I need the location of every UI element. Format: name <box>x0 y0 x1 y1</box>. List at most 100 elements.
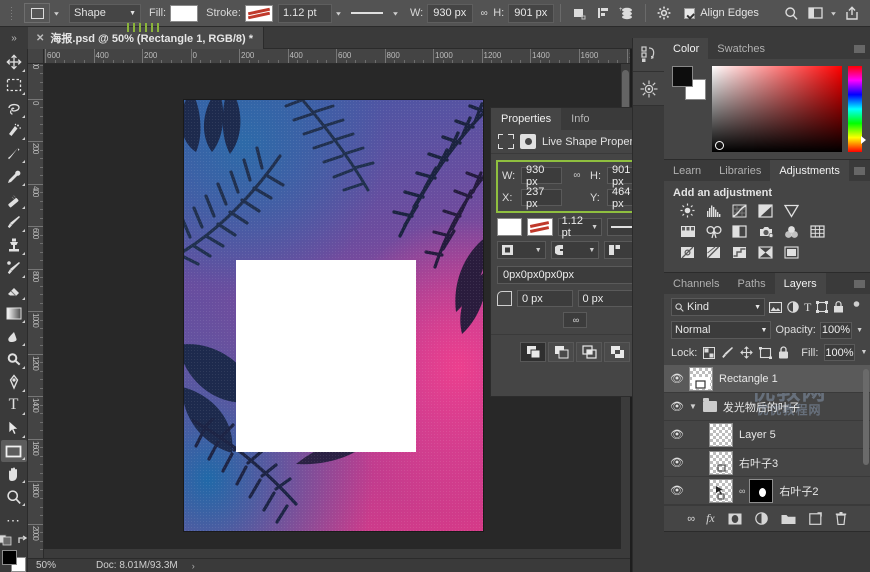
gear-icon[interactable] <box>652 3 676 24</box>
prop-stroke-swatch[interactable] <box>527 218 552 236</box>
tab-adjustments[interactable]: Adjustments <box>770 160 849 181</box>
panel-menu-icon[interactable] <box>854 280 865 288</box>
invert-icon[interactable] <box>678 244 697 261</box>
stroke-style-chevron-down-icon[interactable] <box>389 3 402 23</box>
tab-paths[interactable]: Paths <box>728 273 774 294</box>
smart-object-filter-icon[interactable] <box>833 301 844 313</box>
zoom-level[interactable]: 50% <box>28 560 90 571</box>
levels-icon[interactable] <box>704 202 723 219</box>
tab-swatches[interactable]: Swatches <box>708 38 774 59</box>
gradient-map-icon[interactable] <box>756 244 775 261</box>
panel-menu-icon[interactable] <box>854 167 865 175</box>
quick-mask-icon[interactable] <box>0 534 12 546</box>
layer-style-icon[interactable]: fx <box>706 511 715 526</box>
curves-icon[interactable] <box>730 202 749 219</box>
threshold-icon[interactable] <box>730 244 749 261</box>
layer-mask-icon[interactable] <box>728 513 742 525</box>
layer-row-group[interactable]: 👁 ▼ 发光物后的叶子 <box>664 393 870 421</box>
hue-saturation-icon[interactable] <box>678 223 697 240</box>
filter-toggle-icon[interactable] <box>851 301 862 314</box>
tool-preset-picker[interactable] <box>24 3 50 23</box>
layer-row-rectangle-1[interactable]: 👁 Rectangle 1 <box>664 365 870 393</box>
blur-tool[interactable] <box>1 325 27 348</box>
combine-shapes-button[interactable] <box>520 342 546 362</box>
tab-layers[interactable]: Layers <box>775 273 826 294</box>
color-lookup-icon[interactable] <box>808 223 827 240</box>
tab-color[interactable]: Color <box>664 38 708 59</box>
zoom-tool[interactable] <box>1 485 27 508</box>
status-expand-icon[interactable]: › <box>192 561 195 571</box>
layer-thumbnail[interactable] <box>709 451 733 475</box>
opacity-chevron-down-icon[interactable]: ▼ <box>856 327 863 334</box>
options-bar-grip[interactable] <box>6 4 16 22</box>
vertical-ruler[interactable]: 2000200400600800100012001400160018002000 <box>28 64 44 558</box>
quick-selection-tool[interactable] <box>1 120 27 143</box>
layer-mask-thumbnail[interactable] <box>749 479 773 503</box>
path-operations-icon[interactable]: + <box>615 3 639 24</box>
shape-mode-select[interactable]: Shape ▼ <box>69 4 141 23</box>
pixel-filter-icon[interactable] <box>769 302 782 313</box>
prop-stroke-cap[interactable]: ▼ <box>551 241 600 259</box>
eye-icon[interactable]: 👁 <box>670 428 683 441</box>
layer-thumbnail[interactable] <box>689 367 713 391</box>
adjustment-layer-icon[interactable] <box>755 512 768 525</box>
width-input[interactable]: 930 px <box>427 4 473 23</box>
saturation-value-field[interactable] <box>712 66 842 152</box>
panel-menu-icon[interactable] <box>854 45 865 53</box>
path-selection-tool[interactable] <box>1 417 27 440</box>
pen-tool[interactable] <box>1 371 27 394</box>
layer-filter-kind-select[interactable]: Kind ▼ <box>671 298 765 316</box>
fill-chevron-down-icon[interactable]: ▼ <box>861 349 868 356</box>
lock-artboard-icon[interactable] <box>759 347 772 359</box>
tab-info[interactable]: Info <box>561 108 599 130</box>
stroke-weight-chevron-down-icon[interactable] <box>332 3 345 23</box>
tab-channels[interactable]: Channels <box>664 273 728 294</box>
hue-slider-marker[interactable] <box>861 136 866 144</box>
intersect-shape-areas-button[interactable] <box>576 342 602 362</box>
workspace-icon[interactable] <box>803 3 827 24</box>
marquee-tool[interactable] <box>1 74 27 97</box>
lock-transparent-icon[interactable] <box>703 347 715 359</box>
tab-properties[interactable]: Properties <box>491 108 561 130</box>
layer-list-scrollbar-thumb[interactable] <box>863 369 869 465</box>
healing-brush-tool[interactable] <box>1 188 27 211</box>
selective-color-icon[interactable] <box>782 244 801 261</box>
corner-link-icon[interactable]: ∞ <box>563 312 587 328</box>
history-panel-icon[interactable] <box>633 38 665 72</box>
stroke-swatch[interactable] <box>245 5 273 22</box>
photo-filter-icon[interactable] <box>756 223 775 240</box>
share-icon[interactable] <box>840 3 864 24</box>
clone-stamp-tool[interactable] <box>1 234 27 257</box>
type-filter-icon[interactable]: T <box>804 301 811 313</box>
lock-position-icon[interactable] <box>740 346 753 359</box>
tool-preset-chevron-down-icon[interactable] <box>50 3 63 23</box>
black-white-icon[interactable] <box>730 223 749 240</box>
exclude-overlapping-shapes-button[interactable] <box>604 342 630 362</box>
3d-panel-icon[interactable] <box>633 72 665 106</box>
rectangle-tool[interactable] <box>1 440 27 463</box>
search-icon[interactable] <box>779 3 803 24</box>
prop-x-input[interactable]: 237 px <box>521 189 562 206</box>
eye-icon[interactable]: 👁 <box>670 372 683 385</box>
prop-w-input[interactable]: 930 px <box>521 167 562 184</box>
prop-stroke-align[interactable]: ▼ <box>497 241 546 259</box>
canvas-horizontal-scrollbar[interactable] <box>44 549 630 558</box>
link-wh-icon[interactable]: ∞ <box>473 3 493 24</box>
align-edges-checkbox[interactable]: Align Edges <box>684 7 759 19</box>
brightness-contrast-icon[interactable] <box>678 202 697 219</box>
new-group-icon[interactable] <box>781 513 796 525</box>
corner-top-right-input[interactable]: 0 px <box>578 290 634 307</box>
hand-tool[interactable] <box>1 462 27 485</box>
mask-link-icon[interactable]: ∞ <box>739 486 743 496</box>
rectangle-1-shape[interactable] <box>236 260 416 452</box>
ruler-corner[interactable] <box>28 49 44 64</box>
chevron-down-icon[interactable]: ▼ <box>689 402 697 411</box>
layer-row-right-leaf-3[interactable]: 👁 右叶子3 <box>664 449 870 477</box>
move-tool[interactable] <box>1 51 27 74</box>
lasso-tool[interactable] <box>1 97 27 120</box>
shape-filter-icon[interactable] <box>816 301 828 313</box>
link-layers-icon[interactable]: ∞ <box>687 513 693 525</box>
subtract-front-shape-button[interactable] <box>548 342 574 362</box>
opacity-input[interactable]: 100% <box>820 322 852 339</box>
stroke-weight-field[interactable]: 1.12 pt <box>278 4 332 23</box>
